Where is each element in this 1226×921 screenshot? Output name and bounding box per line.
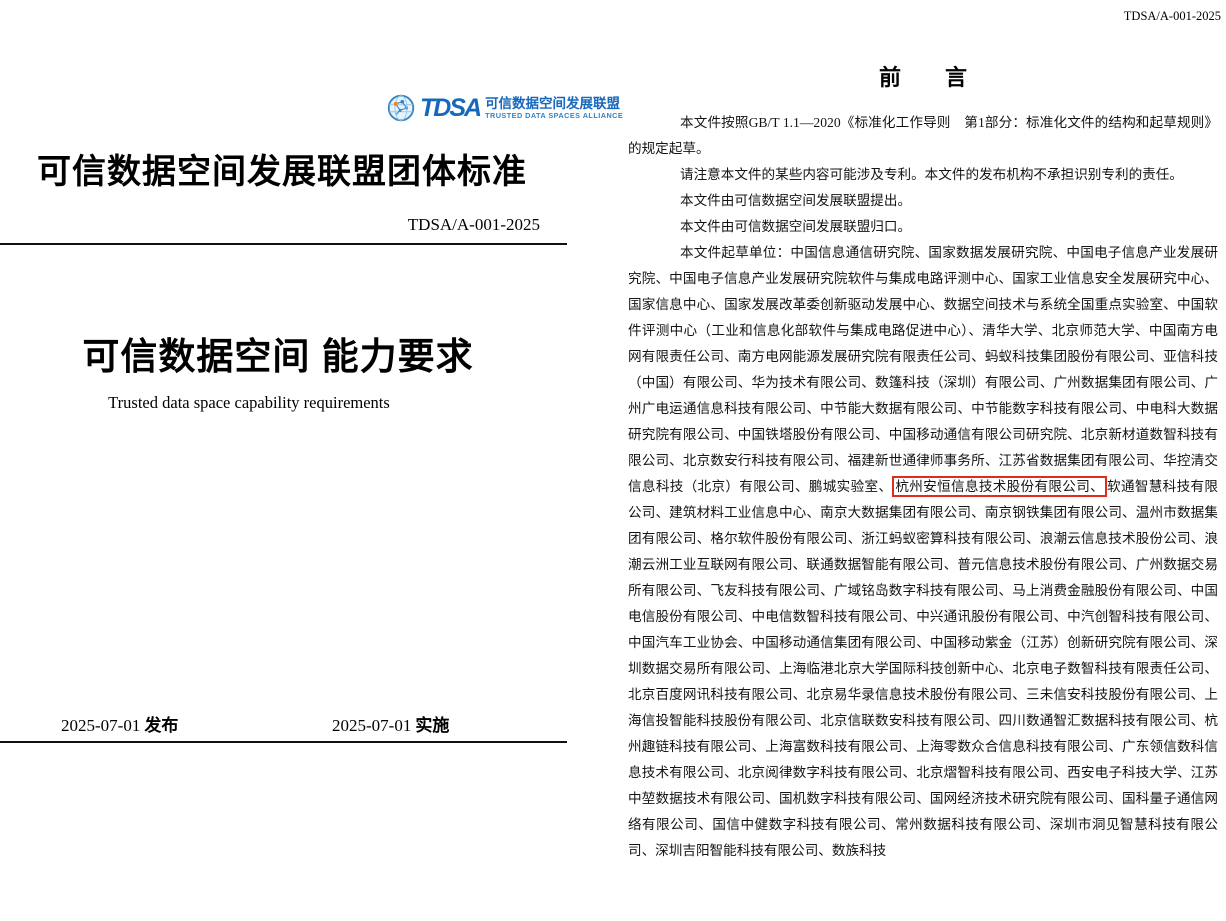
tdsa-globe-icon: [387, 94, 415, 122]
foreword-body: 本文件按照GB/T 1.1—2020《标准化工作导则 第1部分：标准化文件的结构…: [628, 110, 1218, 864]
foreword-paragraph: 请注意本文件的某些内容可能涉及专利。本文件的发布机构不承担识别专利的责任。: [628, 162, 1218, 188]
foreword-page: TDSA/A-001-2025 前 言 本文件按照GB/T 1.1—2020《标…: [620, 0, 1226, 921]
logo-names: 可信数据空间发展联盟 TRUSTED DATA SPACES ALLIANCE: [485, 96, 623, 120]
running-header-doc-number: TDSA/A-001-2025: [1124, 9, 1221, 24]
series-title: 可信数据空间发展联盟团体标准: [37, 144, 527, 193]
foreword-title: 前 言: [628, 60, 1218, 92]
issue-label: 发布: [144, 716, 178, 735]
foreword-paragraph: 本文件按照GB/T 1.1—2020《标准化工作导则 第1部分：标准化文件的结构…: [628, 110, 1218, 162]
cover-bottom-rule: [0, 741, 567, 743]
standard-title-cn: 可信数据空间 能力要求: [0, 326, 556, 380]
logo-name-cn: 可信数据空间发展联盟: [485, 96, 623, 111]
logo-name-en: TRUSTED DATA SPACES ALLIANCE: [485, 111, 623, 120]
cover-top-rule: [0, 243, 567, 245]
issue-date: 2025-07-01: [61, 716, 140, 735]
issue-date-line: 2025-07-01发布: [61, 711, 178, 736]
implement-date-line: 2025-07-01实施: [332, 711, 449, 736]
implement-date: 2025-07-01: [332, 716, 411, 735]
logo-acronym: TDSA: [420, 96, 480, 121]
implement-label: 实施: [415, 716, 449, 735]
foreword-paragraph: 本文件由可信数据空间发展联盟归口。: [628, 214, 1218, 240]
cover-page: TDSA 可信数据空间发展联盟 TRUSTED DATA SPACES ALLI…: [0, 0, 600, 921]
tdsa-logo: TDSA 可信数据空间发展联盟 TRUSTED DATA SPACES ALLI…: [387, 94, 623, 122]
drafting-units-before: 本文件起草单位：中国信息通信研究院、国家数据发展研究院、中国电子信息产业发展研究…: [628, 245, 1218, 494]
cover-doc-number: TDSA/A-001-2025: [290, 215, 540, 235]
highlighted-company-box: 杭州安恒信息技术股份有限公司、: [892, 476, 1107, 497]
foreword-paragraph: 本文件由可信数据空间发展联盟提出。: [628, 188, 1218, 214]
standard-title-en: Trusted data space capability requiremen…: [0, 393, 498, 413]
drafting-units-paragraph: 本文件起草单位：中国信息通信研究院、国家数据发展研究院、中国电子信息产业发展研究…: [628, 240, 1218, 864]
drafting-units-after: 软通智慧科技有限公司、建筑材料工业信息中心、南京大数据集团有限公司、南京钢铁集团…: [628, 479, 1218, 858]
